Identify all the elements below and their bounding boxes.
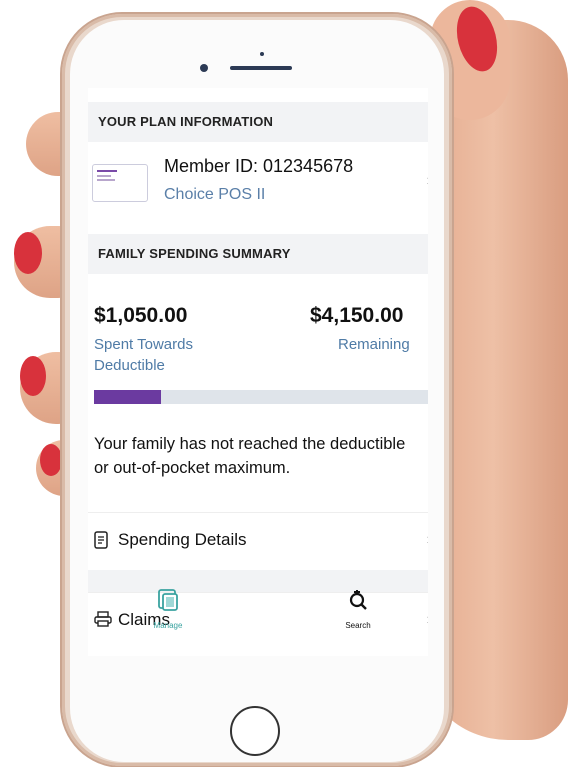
deductible-progress-fill: [94, 390, 161, 404]
home-button[interactable]: [230, 706, 280, 756]
search-icon: [318, 588, 398, 619]
spent-label: Spent Towards Deductible: [94, 336, 193, 374]
phone-frame: YOUR PLAN INFORMATION Member ID: 0123456…: [62, 14, 452, 766]
spending-details-row[interactable]: Spending Details ›: [88, 512, 428, 571]
remaining-amount: $4,150.00: [310, 304, 404, 327]
phone-bezel: YOUR PLAN INFORMATION Member ID: 0123456…: [70, 20, 444, 762]
earpiece-speaker: [230, 66, 292, 70]
document-icon: [94, 531, 108, 554]
tab-search[interactable]: Search: [318, 588, 398, 630]
bottom-tab-bar: Manage Search: [88, 588, 428, 640]
manage-icon: [128, 588, 208, 619]
plan-card[interactable]: Member ID: 012345678 Choice POS II ›: [88, 144, 428, 220]
plan-name[interactable]: Choice POS II: [164, 186, 265, 204]
spent-amount: $1,050.00: [94, 304, 188, 327]
proximity-sensor: [260, 52, 264, 56]
finger-nail-2: [14, 232, 42, 274]
remaining-label: Remaining: [338, 336, 410, 353]
finger-nail-3: [20, 356, 46, 396]
chevron-right-icon: ›: [427, 531, 428, 549]
deductible-progress-bar: [94, 390, 428, 404]
app-screen: YOUR PLAN INFORMATION Member ID: 0123456…: [88, 88, 428, 656]
id-card-thumbnail-icon: [92, 164, 148, 202]
chevron-right-icon: ›: [427, 172, 428, 190]
plan-info-header: YOUR PLAN INFORMATION: [88, 102, 428, 142]
tab-manage[interactable]: Manage: [128, 588, 208, 630]
front-camera: [200, 64, 208, 72]
tab-search-label: Search: [345, 621, 371, 630]
tab-manage-label: Manage: [153, 621, 183, 630]
spending-message: Your family has not reached the deductib…: [94, 435, 406, 477]
spending-summary-header: FAMILY SPENDING SUMMARY: [88, 234, 428, 274]
finger-nail-4: [40, 444, 62, 476]
member-id: Member ID: 012345678: [164, 156, 354, 176]
spending-details-label: Spending Details: [118, 530, 247, 549]
